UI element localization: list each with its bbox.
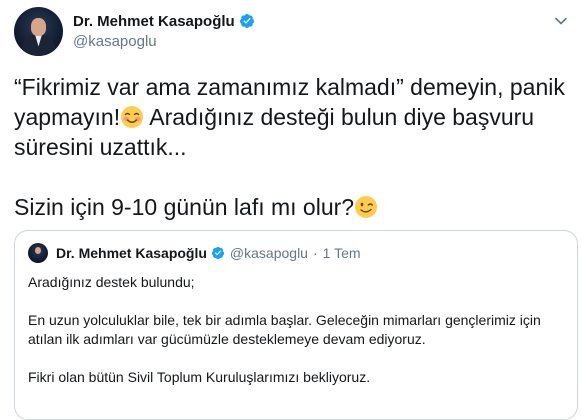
- quoted-tweet[interactable]: Dr. Mehmet Kasapoğlu @kasapoglu · 1 Tem …: [14, 230, 578, 420]
- author-name[interactable]: Dr. Mehmet Kasapoğlu: [73, 13, 235, 30]
- tweet-line: yapmayın! Aradığınız desteği bulun diye …: [14, 104, 535, 130]
- tweet-line: Sizin için 9-10 günün lafı mı olur?: [14, 192, 574, 222]
- verified-badge-icon: [239, 14, 254, 28]
- verified-badge-icon: [211, 246, 225, 260]
- quoted-tweet-text: Aradığınız destek bulundu; En uzun yolcu…: [28, 273, 568, 387]
- quoted-author-name: Dr. Mehmet Kasapoğlu: [56, 245, 207, 261]
- quoted-line: atılan ilk adımları var gücümüzle destek…: [28, 331, 426, 347]
- quoted-line: Aradığınız destek bulundu;: [28, 274, 195, 290]
- chevron-down-icon[interactable]: [554, 14, 568, 28]
- quoted-timestamp[interactable]: 1 Tem: [323, 245, 361, 261]
- tweet-header: Dr. Mehmet Kasapoğlu @kasapoglu: [14, 6, 255, 56]
- quoted-line: Fikri olan bütün Sivil Toplum Kuruluşlar…: [28, 369, 371, 385]
- tweet-line: süresini uzattık...: [14, 134, 187, 160]
- author-block: Dr. Mehmet Kasapoğlu @kasapoglu: [73, 13, 255, 50]
- blushing-face-icon: [121, 106, 144, 128]
- tweet-text: “Fikrimiz var ama zamanımız kalmadı” dem…: [14, 72, 574, 222]
- avatar[interactable]: [14, 6, 63, 56]
- quoted-tweet-header: Dr. Mehmet Kasapoğlu @kasapoglu · 1 Tem: [28, 243, 361, 263]
- winking-face-icon: [355, 196, 378, 218]
- quoted-avatar: [28, 243, 48, 263]
- quoted-line: En uzun yolculuklar bile, tek bir adımla…: [28, 312, 541, 328]
- quoted-author-handle: @kasapoglu: [229, 245, 308, 261]
- separator-dot: ·: [312, 245, 318, 261]
- author-handle[interactable]: @kasapoglu: [73, 33, 255, 50]
- tweet-line: “Fikrimiz var ama zamanımız kalmadı” dem…: [14, 74, 565, 100]
